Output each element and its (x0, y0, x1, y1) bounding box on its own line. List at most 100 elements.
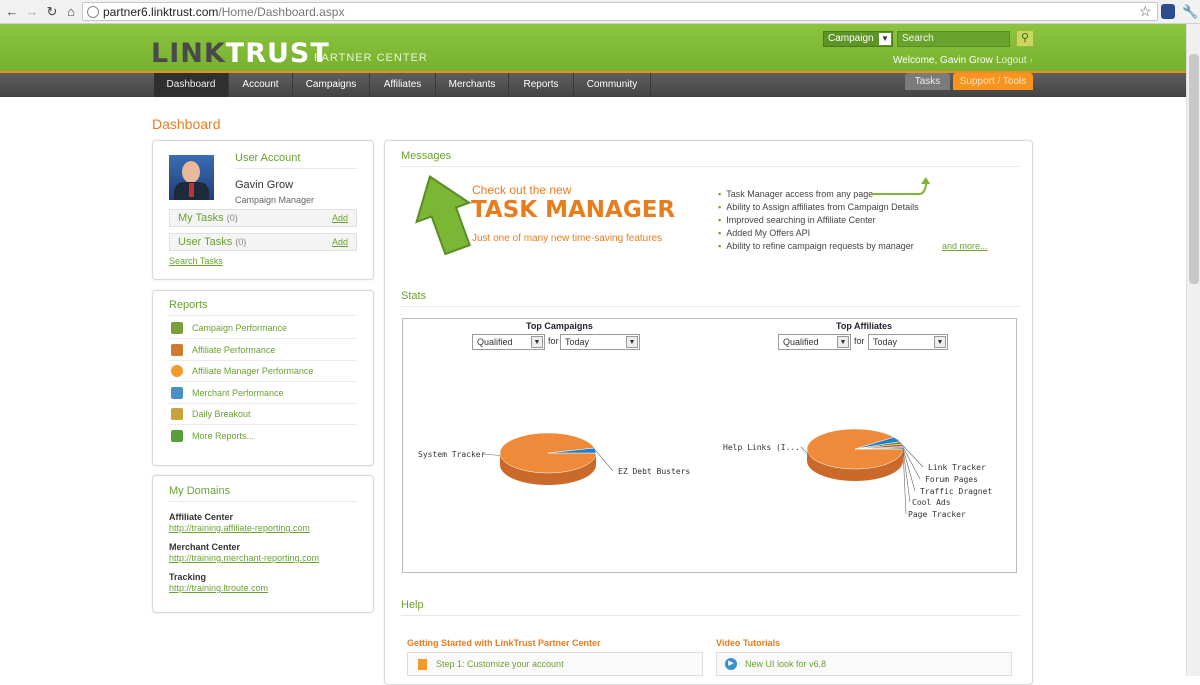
address-bar[interactable]: partner6.linktrust.com/Home/Dashboard.as… (82, 2, 1158, 21)
report-item[interactable]: Affiliate Performance (169, 341, 357, 361)
arrow-down-icon (415, 175, 472, 255)
search-scope-select[interactable]: Campaign ▼ (823, 31, 893, 47)
pie-label: Page Tracker (908, 510, 966, 519)
pie-charts: System Tracker EZ Debt Busters Help Links … (418, 428, 992, 519)
list-item: Ability to refine campaign requests by m… (718, 241, 914, 251)
url-host: partner6.linktrust.com (103, 5, 219, 19)
chevron-right-icon: › (1029, 55, 1033, 66)
page-title: Dashboard (152, 116, 221, 132)
star-icon[interactable]: ☆ (1139, 3, 1152, 20)
search-button[interactable]: ⚲ (1016, 30, 1034, 47)
nav-affiliates[interactable]: Affiliates (370, 73, 436, 97)
scrollbar[interactable] (1186, 24, 1200, 676)
user-tasks-row: User Tasks (0) Add (169, 233, 357, 251)
domain-label: Merchant Center (169, 542, 241, 552)
play-icon: ▶ (725, 658, 737, 670)
promo-line1: Check out the new (472, 183, 572, 197)
my-tasks-link[interactable]: My Tasks (0) (178, 212, 238, 224)
nav-account[interactable]: Account (229, 73, 293, 97)
linktrust-logo[interactable]: LINKTRUST (151, 38, 330, 69)
add-user-task-link[interactable]: Add (332, 237, 348, 247)
avatar (169, 155, 214, 200)
welcome-text: Welcome, Gavin Grow (893, 55, 993, 66)
stats-chart-box: Top Campaigns Qualified ▼ for Today ▼ Top … (402, 318, 1017, 573)
report-item[interactable]: Affiliate Manager Performance (169, 362, 357, 382)
nav-dashboard[interactable]: Dashboard (154, 73, 229, 97)
user-icon (171, 365, 183, 377)
nav-merchants[interactable]: Merchants (436, 73, 509, 97)
curved-arrow-icon (871, 177, 930, 195)
domain-link[interactable]: http://training.affiliate-reporting.com (169, 523, 310, 533)
main-panel: Messages Check out the new TASK MANAGER … (384, 140, 1033, 685)
user-name: Gavin Grow (235, 179, 294, 191)
extension-icon[interactable] (1161, 4, 1175, 19)
add-my-task-link[interactable]: Add (332, 213, 348, 223)
list-item: Improved searching in Affiliate Center (718, 215, 875, 225)
list-item: Task Manager access from any page (718, 189, 873, 199)
search-scope-value: Campaign (828, 33, 874, 44)
my-tasks-count: (0) (226, 213, 238, 223)
logout-link[interactable]: Logout › (996, 55, 1033, 66)
domains-panel: My Domains Affiliate Center http://train… (152, 475, 374, 613)
pie-label: Link Tracker (928, 463, 986, 472)
video-item[interactable]: ▶ New UI look for v6.8 (716, 652, 1012, 676)
search-tasks-link[interactable]: Search Tasks (169, 256, 223, 266)
forward-icon[interactable]: → (24, 4, 40, 20)
tasks-tab[interactable]: Tasks (905, 73, 950, 90)
merchant-icon (171, 387, 183, 399)
domain-link[interactable]: http://training.ltroute.com (169, 583, 268, 593)
nav-community[interactable]: Community (574, 73, 651, 97)
getting-started-heading: Getting Started with LinkTrust Partner C… (407, 638, 601, 648)
domain-link[interactable]: http://training.merchant-reporting.com (169, 553, 319, 563)
back-icon[interactable]: ← (4, 4, 20, 20)
help-step-item[interactable]: Step 1: Customize your account (407, 652, 703, 676)
reload-icon[interactable]: ↻ (44, 4, 60, 20)
pie-label: System Tracker (418, 450, 486, 459)
user-account-title: User Account (235, 152, 301, 164)
pie-leader-line (902, 447, 911, 503)
messages-title: Messages (401, 150, 452, 162)
and-more-link[interactable]: and more... (942, 241, 988, 251)
my-tasks-row: My Tasks (0) Add (169, 209, 357, 227)
search-icon: ⚲ (1020, 32, 1030, 44)
pie-leader-line (595, 450, 614, 472)
home-icon[interactable]: ⌂ (63, 4, 79, 20)
nav-reports[interactable]: Reports (509, 73, 574, 97)
wrench-icon[interactable]: 🔧 (1182, 4, 1198, 20)
url-path: /Home/Dashboard.aspx (218, 5, 345, 19)
chevron-down-icon: ▼ (879, 33, 891, 45)
report-item[interactable]: Merchant Performance (169, 384, 357, 404)
pie-leader-line (482, 453, 501, 456)
support-tools-tab[interactable]: Support / Tools (953, 73, 1033, 90)
promo-task-manager[interactable]: TASK MANAGER (471, 197, 675, 223)
promo-line3: Just one of many new time-saving feature… (472, 233, 663, 244)
pie-label: Forum Pages (925, 475, 978, 484)
stats-title: Stats (401, 290, 427, 302)
report-item[interactable]: Campaign Performance (169, 319, 357, 339)
user-role: Campaign Manager (235, 195, 315, 205)
pie-label: Traffic Dragnet (920, 487, 992, 496)
campaign-icon (171, 322, 183, 334)
nav-campaigns[interactable]: Campaigns (293, 73, 370, 97)
bar-chart-icon (171, 430, 183, 442)
search-input[interactable]: Search (897, 31, 1010, 47)
report-item[interactable]: Daily Breakout (169, 405, 357, 425)
user-tasks-link[interactable]: User Tasks (0) (178, 236, 246, 248)
user-tasks-count: (0) (235, 237, 247, 247)
affiliate-icon (171, 344, 183, 356)
report-item[interactable]: More Reports... (169, 427, 357, 447)
help-title: Help (401, 599, 424, 611)
partner-center-label: PARTNER CENTER (314, 52, 428, 64)
pie-label: Help Links (I... (723, 443, 800, 452)
video-tutorials-heading: Video Tutorials (716, 638, 781, 648)
domains-title: My Domains (169, 485, 231, 497)
reports-panel: Reports Campaign Performance Affiliate P… (152, 290, 374, 466)
domain-label: Tracking (169, 572, 207, 582)
list-item: Added My Offers API (718, 228, 810, 238)
pie-label: EZ Debt Busters (618, 467, 690, 476)
calendar-icon (171, 408, 183, 420)
pie-label: Cool Ads (912, 498, 951, 507)
browser-toolbar: ← → ↻ ⌂ partner6.linktrust.com/Home/Dash… (0, 0, 1200, 24)
scrollbar-thumb[interactable] (1189, 54, 1199, 284)
reports-title: Reports (169, 299, 208, 311)
